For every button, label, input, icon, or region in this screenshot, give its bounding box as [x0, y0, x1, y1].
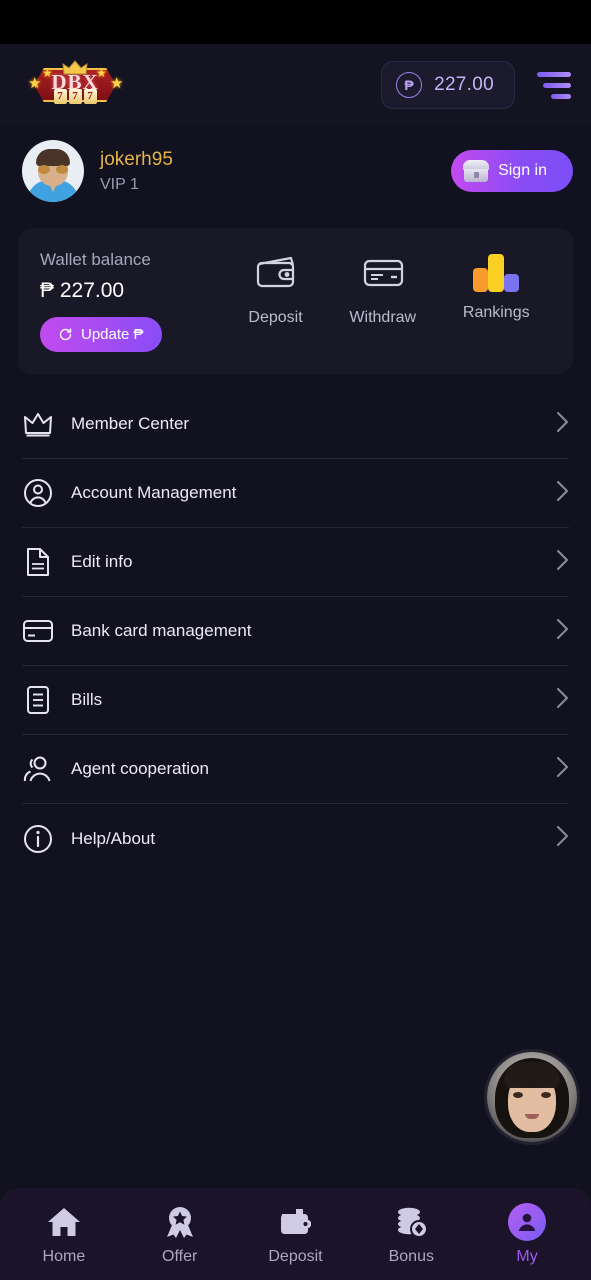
nav-item-label: Home	[42, 1247, 86, 1265]
credit-card-icon	[360, 252, 406, 297]
header-balance-amount: 227.00	[434, 74, 494, 95]
profile-row: jokerh95 VIP 1 Sign in	[0, 126, 591, 214]
hamburger-bar	[537, 71, 571, 77]
bar-chart-icon	[473, 252, 520, 292]
chevron-right-icon	[556, 411, 569, 438]
menu-item-label: Agent cooperation	[71, 759, 209, 778]
sign-in-button[interactable]: Sign in	[451, 150, 573, 192]
crown-icon	[62, 60, 88, 81]
rankings-action[interactable]: Rankings	[463, 252, 530, 327]
hamburger-menu-icon[interactable]	[533, 68, 575, 103]
peso-coin-icon: ₱	[396, 72, 423, 98]
avatar-hair	[36, 149, 70, 166]
avatar[interactable]	[22, 140, 84, 202]
app-header: ★ ★ ★ ★ DBX 7 7 7 ₱ 227.00	[0, 44, 591, 126]
username-label: jokerh95	[100, 148, 173, 170]
withdraw-action-label: Withdraw	[349, 309, 417, 326]
treasure-chest-icon	[463, 160, 490, 182]
deposit-action-label: Deposit	[248, 309, 303, 326]
nav-item-offer[interactable]: Offer	[133, 1203, 227, 1266]
app-logo[interactable]: ★ ★ ★ ★ DBX 7 7 7	[20, 58, 130, 112]
card-icon	[22, 615, 54, 647]
hamburger-bar	[551, 93, 571, 99]
menu-item-help-about[interactable]: Help/About	[22, 804, 569, 873]
menu-item-label: Member Center	[71, 414, 190, 433]
menu-item-member-center[interactable]: Member Center	[22, 390, 569, 459]
info-circle-icon	[22, 823, 54, 855]
logo-seven: 7	[53, 89, 67, 104]
nav-item-bonus[interactable]: Bonus	[364, 1203, 458, 1266]
chevron-right-icon	[556, 618, 569, 645]
app-root: ★ ★ ★ ★ DBX 7 7 7 ₱ 227.00 jokerh95 VIP …	[0, 0, 591, 1280]
status-bar	[0, 0, 591, 44]
wallet-actions-group: Deposit Withdraw Rankings	[225, 250, 553, 327]
update-balance-label: Update ₱	[81, 326, 144, 343]
support-eye	[541, 1092, 551, 1098]
nav-item-label: Deposit	[268, 1247, 323, 1265]
menu-item-account-management[interactable]: Account Management	[22, 459, 569, 528]
profile-text-group: jokerh95 VIP 1	[100, 149, 173, 194]
support-agent-avatar[interactable]	[487, 1052, 577, 1142]
wallet-icon	[276, 1203, 314, 1241]
withdraw-action[interactable]: Withdraw	[349, 252, 416, 327]
chevron-right-icon	[556, 825, 569, 852]
medal-icon	[161, 1203, 199, 1241]
nav-item-deposit[interactable]: Deposit	[248, 1203, 342, 1266]
rankings-action-label: Rankings	[462, 304, 530, 321]
sunglasses-icon	[38, 165, 68, 174]
chevron-right-icon	[556, 687, 569, 714]
menu-item-bank-card-management[interactable]: Bank card management	[22, 597, 569, 666]
sign-in-label: Sign in	[498, 162, 547, 179]
crown-icon	[22, 408, 54, 440]
wallet-balance-label: Wallet balance	[40, 250, 151, 269]
wallet-balance-card: Wallet balance ₱ 227.00 Update ₱ Deposit…	[18, 228, 573, 374]
refresh-icon	[59, 328, 72, 341]
chevron-right-icon	[556, 480, 569, 507]
nav-item-label: My	[516, 1247, 538, 1265]
coins-icon	[392, 1203, 430, 1241]
menu-item-bills[interactable]: Bills	[22, 666, 569, 735]
menu-item-label: Edit info	[71, 552, 133, 571]
support-brow	[540, 1085, 553, 1088]
deposit-action[interactable]: Deposit	[248, 252, 303, 327]
document-icon	[22, 546, 54, 578]
user-circle-icon	[22, 477, 54, 509]
wallet-balance-amount: ₱ 227.00	[40, 279, 125, 302]
logo-seven: 7	[68, 89, 82, 104]
person-icon	[508, 1202, 547, 1241]
bottom-navigation-bar: Home Offer Deposit Bonus My	[0, 1188, 591, 1280]
menu-item-edit-info[interactable]: Edit info	[22, 528, 569, 597]
logo-sevens: 7 7 7	[20, 89, 130, 104]
list-document-icon	[22, 684, 54, 716]
people-icon	[22, 753, 54, 785]
menu-item-label: Bank card management	[71, 621, 252, 640]
chevron-right-icon	[556, 756, 569, 783]
header-right-group: ₱ 227.00	[381, 61, 575, 109]
update-balance-button[interactable]: Update ₱	[40, 317, 162, 352]
home-icon	[45, 1203, 83, 1241]
nav-item-home[interactable]: Home	[17, 1203, 111, 1266]
logo-seven: 7	[83, 89, 97, 104]
menu-item-label: Help/About	[71, 828, 156, 848]
header-balance-pill[interactable]: ₱ 227.00	[381, 61, 515, 109]
menu-item-label: Bills	[71, 690, 103, 709]
chevron-right-icon	[556, 549, 569, 576]
settings-menu-list: Member Center Account Management Edit in…	[0, 390, 591, 873]
hamburger-bar	[543, 82, 571, 88]
wallet-icon	[253, 252, 299, 297]
support-eye	[513, 1092, 523, 1098]
menu-item-agent-cooperation[interactable]: Agent cooperation	[22, 735, 569, 804]
wallet-left-group: Wallet balance ₱ 227.00 Update ₱	[40, 250, 225, 352]
menu-item-label: Account Management	[71, 483, 237, 502]
vip-level-label: VIP 1	[100, 175, 139, 193]
nav-item-label: Bonus	[388, 1247, 434, 1265]
nav-item-label: Offer	[162, 1247, 198, 1265]
support-brow	[511, 1085, 524, 1088]
nav-item-my[interactable]: My	[480, 1202, 574, 1266]
